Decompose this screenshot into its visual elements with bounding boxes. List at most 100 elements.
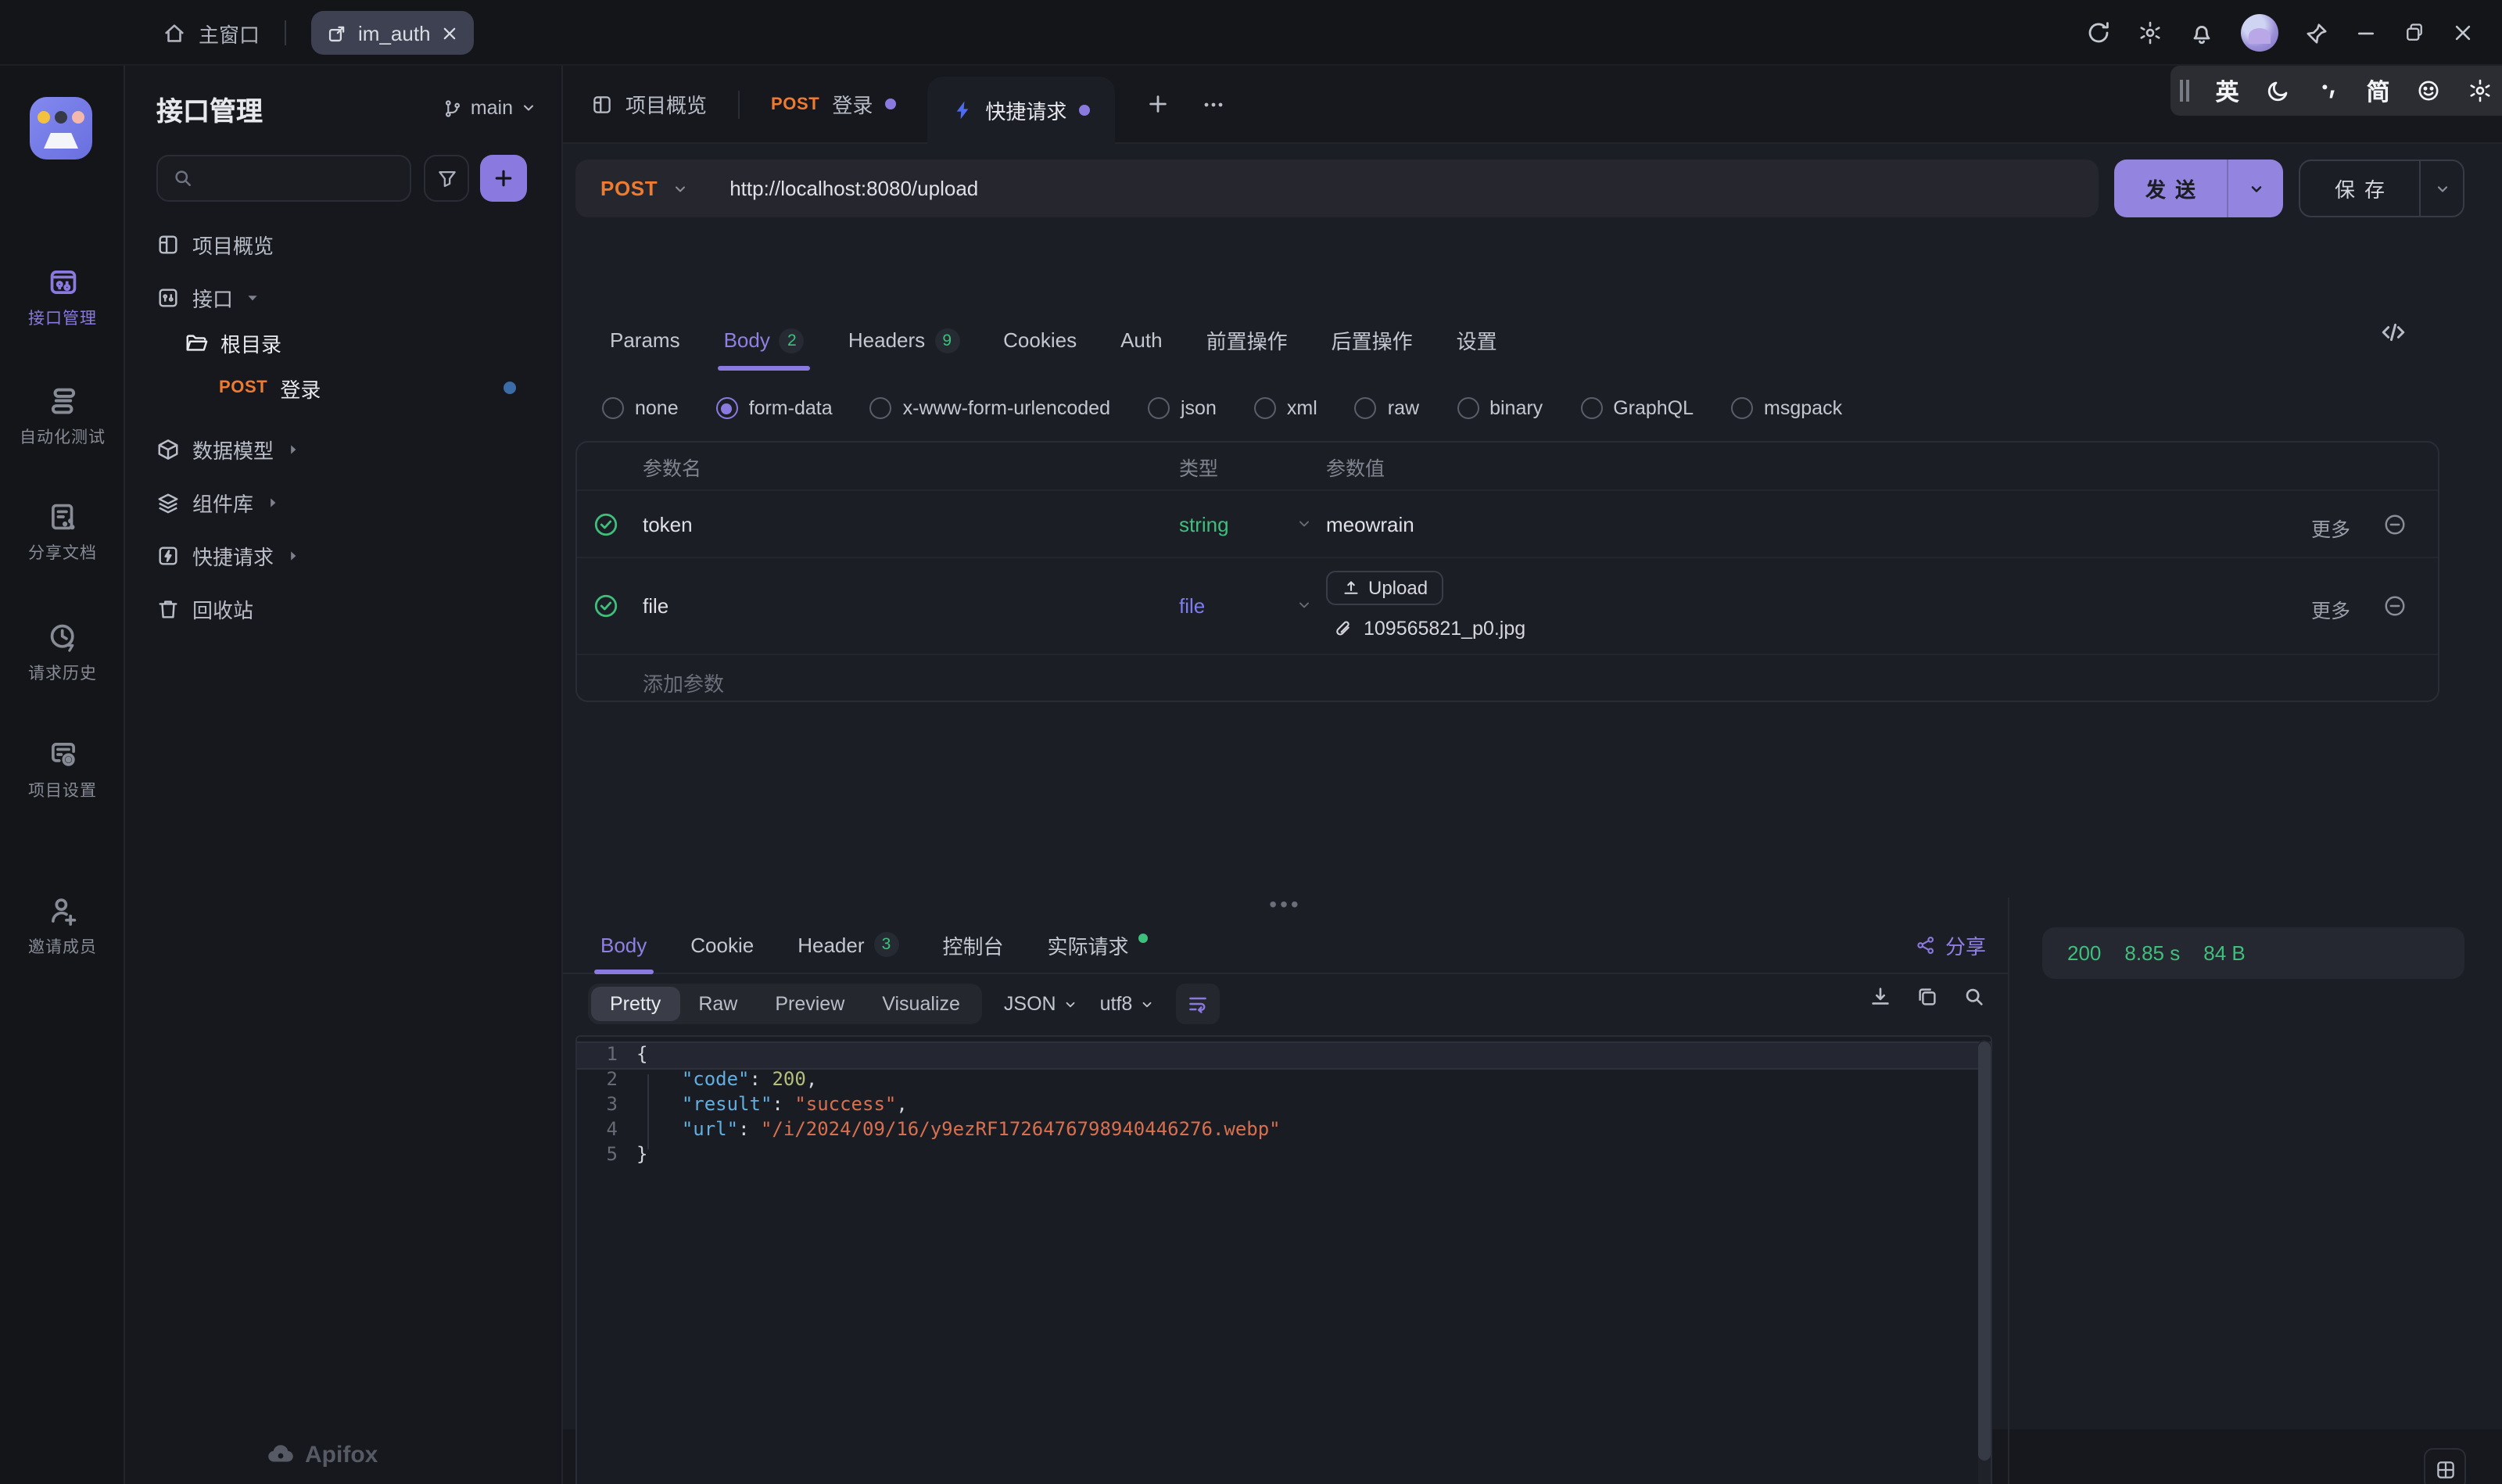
remove-row-icon[interactable] — [2383, 513, 2407, 536]
save-button[interactable]: 保存 — [2299, 160, 2464, 217]
window-tab-im-auth[interactable]: im_auth — [311, 11, 475, 55]
tab-response-body[interactable]: Body — [600, 916, 647, 973]
emoji-icon[interactable] — [2416, 78, 2441, 103]
table-row-file[interactable]: file file Upload 109565821_p0.jpg 更多 — [577, 558, 2438, 655]
moon-icon[interactable] — [2265, 78, 2290, 103]
param-name[interactable]: file — [643, 594, 669, 618]
more-link[interactable]: 更多 — [2311, 594, 2350, 624]
tree-item-data-models[interactable]: 数据模型 — [125, 425, 563, 472]
rail-item-api-management[interactable]: 接口管理 — [0, 266, 125, 330]
table-row-token[interactable]: token string meowrain 更多 — [577, 491, 2438, 558]
chevron-down-icon[interactable] — [1296, 597, 1312, 613]
tab-console[interactable]: 控制台 — [943, 916, 1004, 973]
code-scrollbar-thumb[interactable] — [1978, 1041, 1991, 1461]
tab-project-overview[interactable]: 项目概览 — [591, 89, 707, 119]
tab-overflow-ellipsis-icon[interactable] — [1201, 91, 1226, 116]
format-dropdown[interactable]: JSON — [1004, 993, 1078, 1015]
share-button[interactable]: 分享 — [1916, 916, 1986, 974]
param-name[interactable]: token — [643, 513, 693, 536]
copy-icon[interactable] — [1916, 985, 1939, 1009]
panel-layout-toggle[interactable] — [2424, 1448, 2466, 1484]
close-tab-icon[interactable] — [442, 24, 459, 41]
settings-gear-icon[interactable] — [2138, 20, 2163, 45]
branch-selector[interactable]: main — [443, 97, 536, 119]
caret-down-icon[interactable] — [246, 290, 260, 304]
download-icon[interactable] — [1869, 985, 1892, 1009]
tab-settings[interactable]: 设置 — [1457, 310, 1497, 371]
pane-splitter-handle[interactable]: ••• — [563, 891, 2008, 916]
tree-item-component-library[interactable]: 组件库 — [125, 479, 563, 525]
radio-binary[interactable]: binary — [1457, 397, 1543, 419]
rail-item-automated-testing[interactable]: 自动化测试 — [0, 385, 125, 449]
tab-login-endpoint[interactable]: POST 登录 — [771, 89, 896, 119]
rail-item-share-docs[interactable]: 分享文档 — [0, 500, 125, 565]
radio-x-www-form-urlencoded[interactable]: x-www-form-urlencoded — [870, 397, 1110, 419]
tree-item-api-group[interactable]: 接口 — [125, 274, 563, 321]
code-line[interactable]: 2 "code": 200, — [577, 1068, 1991, 1093]
maximize-restore-icon[interactable] — [2403, 22, 2425, 44]
generate-code-icon[interactable] — [2380, 319, 2407, 346]
response-body-code-viewer[interactable]: 1{2 "code": 200,3 "result": "success",4 … — [575, 1035, 1992, 1484]
view-mode-raw[interactable]: Raw — [679, 987, 756, 1021]
save-options-chevron-icon[interactable] — [2421, 181, 2463, 196]
new-tab-plus-icon[interactable] — [1146, 92, 1170, 116]
rail-item-request-history[interactable]: 请求历史 — [0, 621, 125, 685]
tab-actual-request[interactable]: 实际请求 — [1048, 916, 1148, 973]
rail-item-project-settings[interactable]: 项目设置 — [0, 738, 125, 802]
tab-response-cookie[interactable]: Cookie — [690, 916, 754, 973]
code-line[interactable]: 4 "url": "/i/2024/09/16/y9ezRF1726476798… — [577, 1118, 1991, 1143]
caret-right-icon[interactable] — [286, 442, 300, 456]
filter-button[interactable] — [424, 155, 469, 202]
view-mode-preview[interactable]: Preview — [756, 987, 863, 1021]
code-line[interactable]: 1{ — [577, 1043, 1991, 1068]
url-bar[interactable]: POST http://localhost:8080/upload — [575, 160, 2099, 217]
tab-pre-operations[interactable]: 前置操作 — [1206, 310, 1288, 371]
radio-xml[interactable]: xml — [1254, 397, 1317, 419]
tab-cookies[interactable]: Cookies — [1003, 310, 1077, 371]
caret-right-icon[interactable] — [286, 548, 300, 562]
add-param-row[interactable]: 添加参数 — [577, 655, 2438, 702]
encoding-dropdown[interactable]: utf8 — [1100, 993, 1155, 1015]
tab-body[interactable]: Body2 — [724, 310, 805, 371]
url-input[interactable]: http://localhost:8080/upload — [729, 177, 978, 200]
punctuation-icon[interactable] — [2317, 79, 2340, 102]
search-input[interactable] — [156, 155, 411, 202]
tab-params[interactable]: Params — [610, 310, 680, 371]
notifications-bell-icon[interactable] — [2189, 20, 2214, 45]
tree-item-root-folder[interactable]: 根目录 — [125, 319, 563, 366]
radio-none[interactable]: none — [602, 397, 679, 419]
tab-response-header[interactable]: Header3 — [798, 916, 898, 973]
ime-settings-gear-icon[interactable] — [2468, 78, 2493, 103]
code-scrollbar-track[interactable] — [1978, 1040, 1991, 1484]
radio-form-data[interactable]: form-data — [716, 397, 833, 419]
view-mode-visualize[interactable]: Visualize — [863, 987, 979, 1021]
main-window-button[interactable]: 主窗口 — [163, 18, 260, 48]
send-options-chevron-icon[interactable] — [2228, 181, 2283, 196]
chevron-down-icon[interactable] — [1296, 516, 1312, 532]
close-window-icon[interactable] — [2452, 22, 2474, 44]
upload-button[interactable]: Upload — [1326, 571, 1443, 605]
param-type[interactable]: file — [1179, 594, 1205, 618]
tab-quick-request-active[interactable]: 快捷请求 — [927, 77, 1115, 144]
attached-file[interactable]: 109565821_p0.jpg — [1334, 618, 1525, 640]
remove-row-icon[interactable] — [2383, 594, 2407, 618]
tree-item-trash[interactable]: 回收站 — [125, 585, 563, 632]
more-link[interactable]: 更多 — [2311, 513, 2350, 543]
word-wrap-toggle[interactable] — [1176, 984, 1220, 1024]
tree-item-quick-request[interactable]: 快捷请求 — [125, 532, 563, 579]
radio-raw[interactable]: raw — [1355, 397, 1419, 419]
send-button[interactable]: 发送 — [2114, 160, 2283, 217]
tab-post-operations[interactable]: 后置操作 — [1332, 310, 1413, 371]
ime-drag-handle[interactable] — [2180, 80, 2189, 102]
ime-charset-toggle[interactable]: 简 — [2367, 74, 2390, 107]
ime-language-toggle[interactable]: 英 — [2216, 74, 2239, 107]
method-selector[interactable]: POST — [600, 177, 658, 200]
refresh-icon[interactable] — [2086, 20, 2111, 45]
project-logo[interactable] — [30, 97, 92, 160]
tree-item-project-overview[interactable]: 项目概览 — [125, 220, 563, 267]
radio-json[interactable]: json — [1148, 397, 1217, 419]
radio-msgpack[interactable]: msgpack — [1731, 397, 1842, 419]
radio-graphql[interactable]: GraphQL — [1580, 397, 1694, 419]
param-value[interactable]: meowrain — [1326, 513, 1414, 536]
rail-item-invite-members[interactable]: 邀请成员 — [0, 894, 125, 959]
